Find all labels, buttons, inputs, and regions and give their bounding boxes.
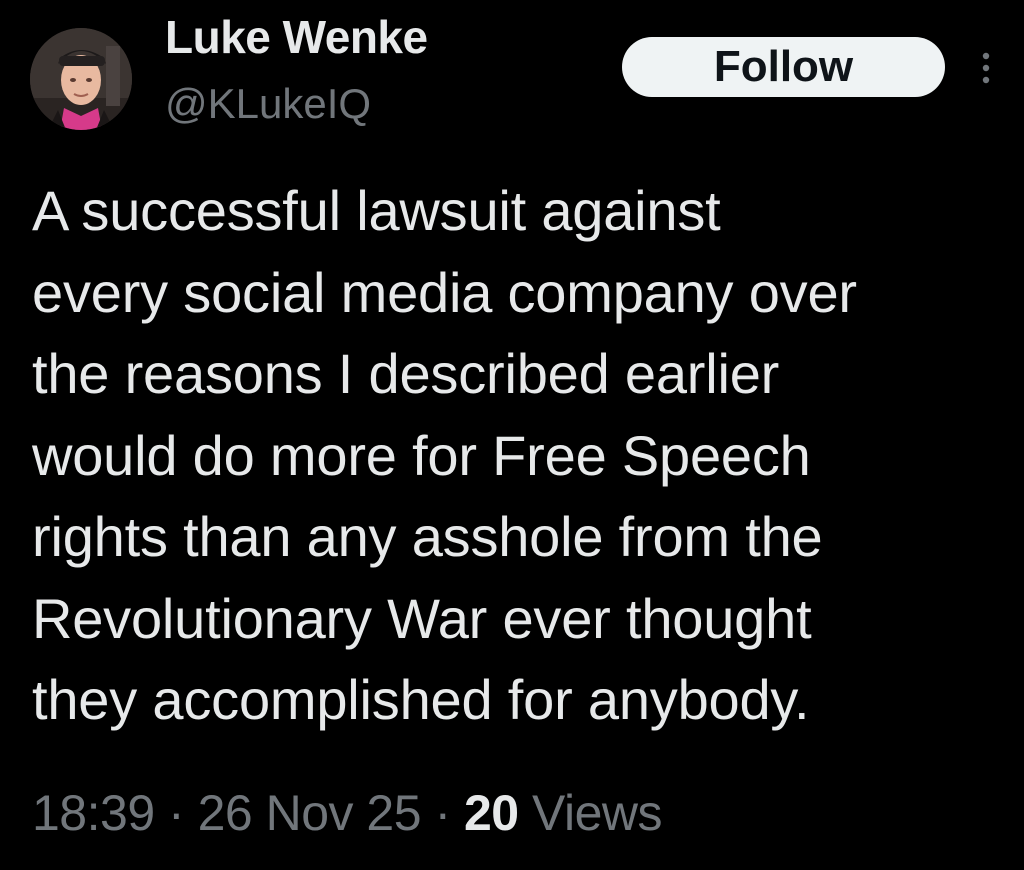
tweet-text-line: Revolutionary War ever thought: [32, 586, 812, 650]
tweet-text-line: would do more for Free Speech: [32, 423, 811, 487]
tweet-text-line: A successful lawsuit against: [32, 179, 721, 242]
tweet-meta: 18:39 · 26 Nov 25 · 20 Views: [32, 784, 663, 842]
user-handle[interactable]: @KLukeIQ: [165, 80, 371, 128]
tweet-date[interactable]: 26 Nov 25: [198, 785, 422, 841]
meta-separator: ·: [168, 785, 185, 841]
display-name[interactable]: Luke Wenke: [165, 10, 428, 64]
meta-separator: ·: [434, 785, 451, 841]
tweet-text: A successful lawsuit against every socia…: [32, 170, 1002, 741]
views-label[interactable]: Views: [532, 785, 662, 841]
more-options-button[interactable]: [975, 48, 997, 88]
tweet-text-line: rights than any asshole from the: [32, 505, 823, 568]
tweet-text-line: every social media company over: [32, 260, 857, 324]
tweet-text-line: the reasons I described earlier: [32, 342, 780, 405]
follow-button[interactable]: Follow: [622, 37, 945, 97]
avatar-photo-icon: [30, 28, 132, 130]
vertical-ellipsis-icon: [982, 52, 990, 84]
avatar[interactable]: [30, 28, 132, 130]
tweet-text-line: they accomplished for anybody.: [32, 668, 810, 731]
views-count[interactable]: 20: [464, 785, 519, 841]
tweet-time[interactable]: 18:39: [32, 785, 155, 841]
